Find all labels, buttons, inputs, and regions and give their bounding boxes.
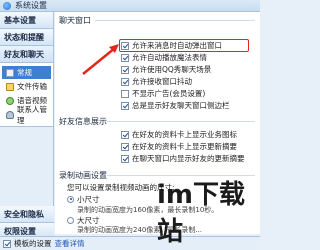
sidebar-item-label: 文件传输 (17, 82, 47, 91)
section-title-chat-window: 聊天窗口 (59, 16, 91, 25)
radio-button[interactable] (67, 195, 74, 203)
section-divider (95, 20, 255, 21)
sidebar-item-label: 联系人管理 (17, 104, 47, 125)
option-hide-ads[interactable]: 不显示广告(会员设置) (121, 88, 205, 99)
template-settings-label: 模板的设置 (14, 239, 52, 248)
settings-icon (6, 68, 14, 77)
radio-label: 小尺寸 (77, 194, 100, 204)
sidebar-item-file-transfer[interactable]: 文件传输 (2, 80, 51, 93)
section-title-friend-display: 好友信息展示 (59, 117, 107, 126)
window-title: 系统设置 (15, 1, 47, 10)
site-watermark: im下载站 (157, 180, 260, 250)
checkbox[interactable] (121, 65, 129, 74)
nav-basic-settings[interactable]: 基本设置 (0, 12, 53, 29)
view-details-link[interactable]: 查看详情 (55, 238, 85, 249)
qq-app-icon (3, 1, 11, 10)
radio-small-size[interactable]: 小尺寸 (67, 194, 100, 204)
template-settings-checkbox[interactable] (3, 239, 11, 248)
radio-large-size[interactable]: 大尺寸 (67, 215, 100, 225)
contact-icon (6, 110, 14, 119)
checkbox[interactable] (121, 77, 129, 86)
option-label: 在好友的资料卡上显示业务图标 (132, 130, 237, 139)
section-divider (107, 121, 255, 122)
friends-chat-submenu: 常规 文件传输 语音视频 联系人管理 (0, 63, 53, 127)
nav-status-reminder[interactable]: 状态和提醒 (0, 29, 53, 46)
option-label: 不显示广告(会员设置) (132, 89, 206, 98)
radio-label: 大尺寸 (77, 215, 100, 225)
microphone-icon (6, 96, 14, 105)
checkbox[interactable] (121, 130, 129, 139)
option-window-shake[interactable]: 允许接收窗口抖动 (121, 76, 192, 87)
checkbox[interactable] (121, 142, 129, 151)
option-update-summary-chat[interactable]: 在聊天窗口内显示好友的更新摘要 (121, 153, 245, 164)
checkbox[interactable] (121, 101, 129, 110)
checkbox[interactable] (121, 89, 129, 98)
option-label: 允许接收窗口抖动 (132, 77, 192, 86)
option-magic-emoticon[interactable]: 允许自动播放魔法表情 (121, 52, 207, 63)
sidebar-item-contact-management[interactable]: 联系人管理 (2, 105, 51, 125)
folder-icon (6, 82, 14, 91)
nav-friends-chat[interactable]: 好友和聊天 (0, 46, 53, 63)
section-title-recording: 录制动画设置 (59, 171, 107, 180)
option-show-sidebar[interactable]: 总是显示好友聊天窗口侧边栏 (121, 100, 230, 111)
option-label: 在聊天窗口内显示好友的更新摘要 (132, 154, 245, 163)
option-update-summary-card[interactable]: 在好友的资料卡上显示更新摘要 (121, 141, 237, 152)
option-label: 总是显示好友聊天窗口侧边栏 (132, 101, 230, 110)
option-label: 在好友的资料卡上显示更新摘要 (132, 142, 237, 151)
watermark-text: im下载站 (157, 180, 246, 247)
sidebar-item-general[interactable]: 常规 (2, 66, 51, 79)
highlight-box (119, 39, 249, 52)
sidebar-item-label: 常规 (17, 68, 32, 77)
option-business-icon[interactable]: 在好友的资料卡上显示业务图标 (121, 129, 237, 140)
option-qq-show-scene[interactable]: 允许使用QQ秀聊天场景 (121, 64, 211, 75)
radio-button[interactable] (67, 216, 74, 224)
checkbox[interactable] (121, 53, 129, 62)
checkbox[interactable] (121, 154, 129, 163)
option-label: 允许自动播放魔法表情 (132, 53, 207, 62)
nav-security-privacy[interactable]: 安全和隐私 (0, 206, 54, 223)
title-bar: 系统设置 (0, 0, 260, 12)
option-label: 允许使用QQ秀聊天场景 (132, 65, 212, 74)
